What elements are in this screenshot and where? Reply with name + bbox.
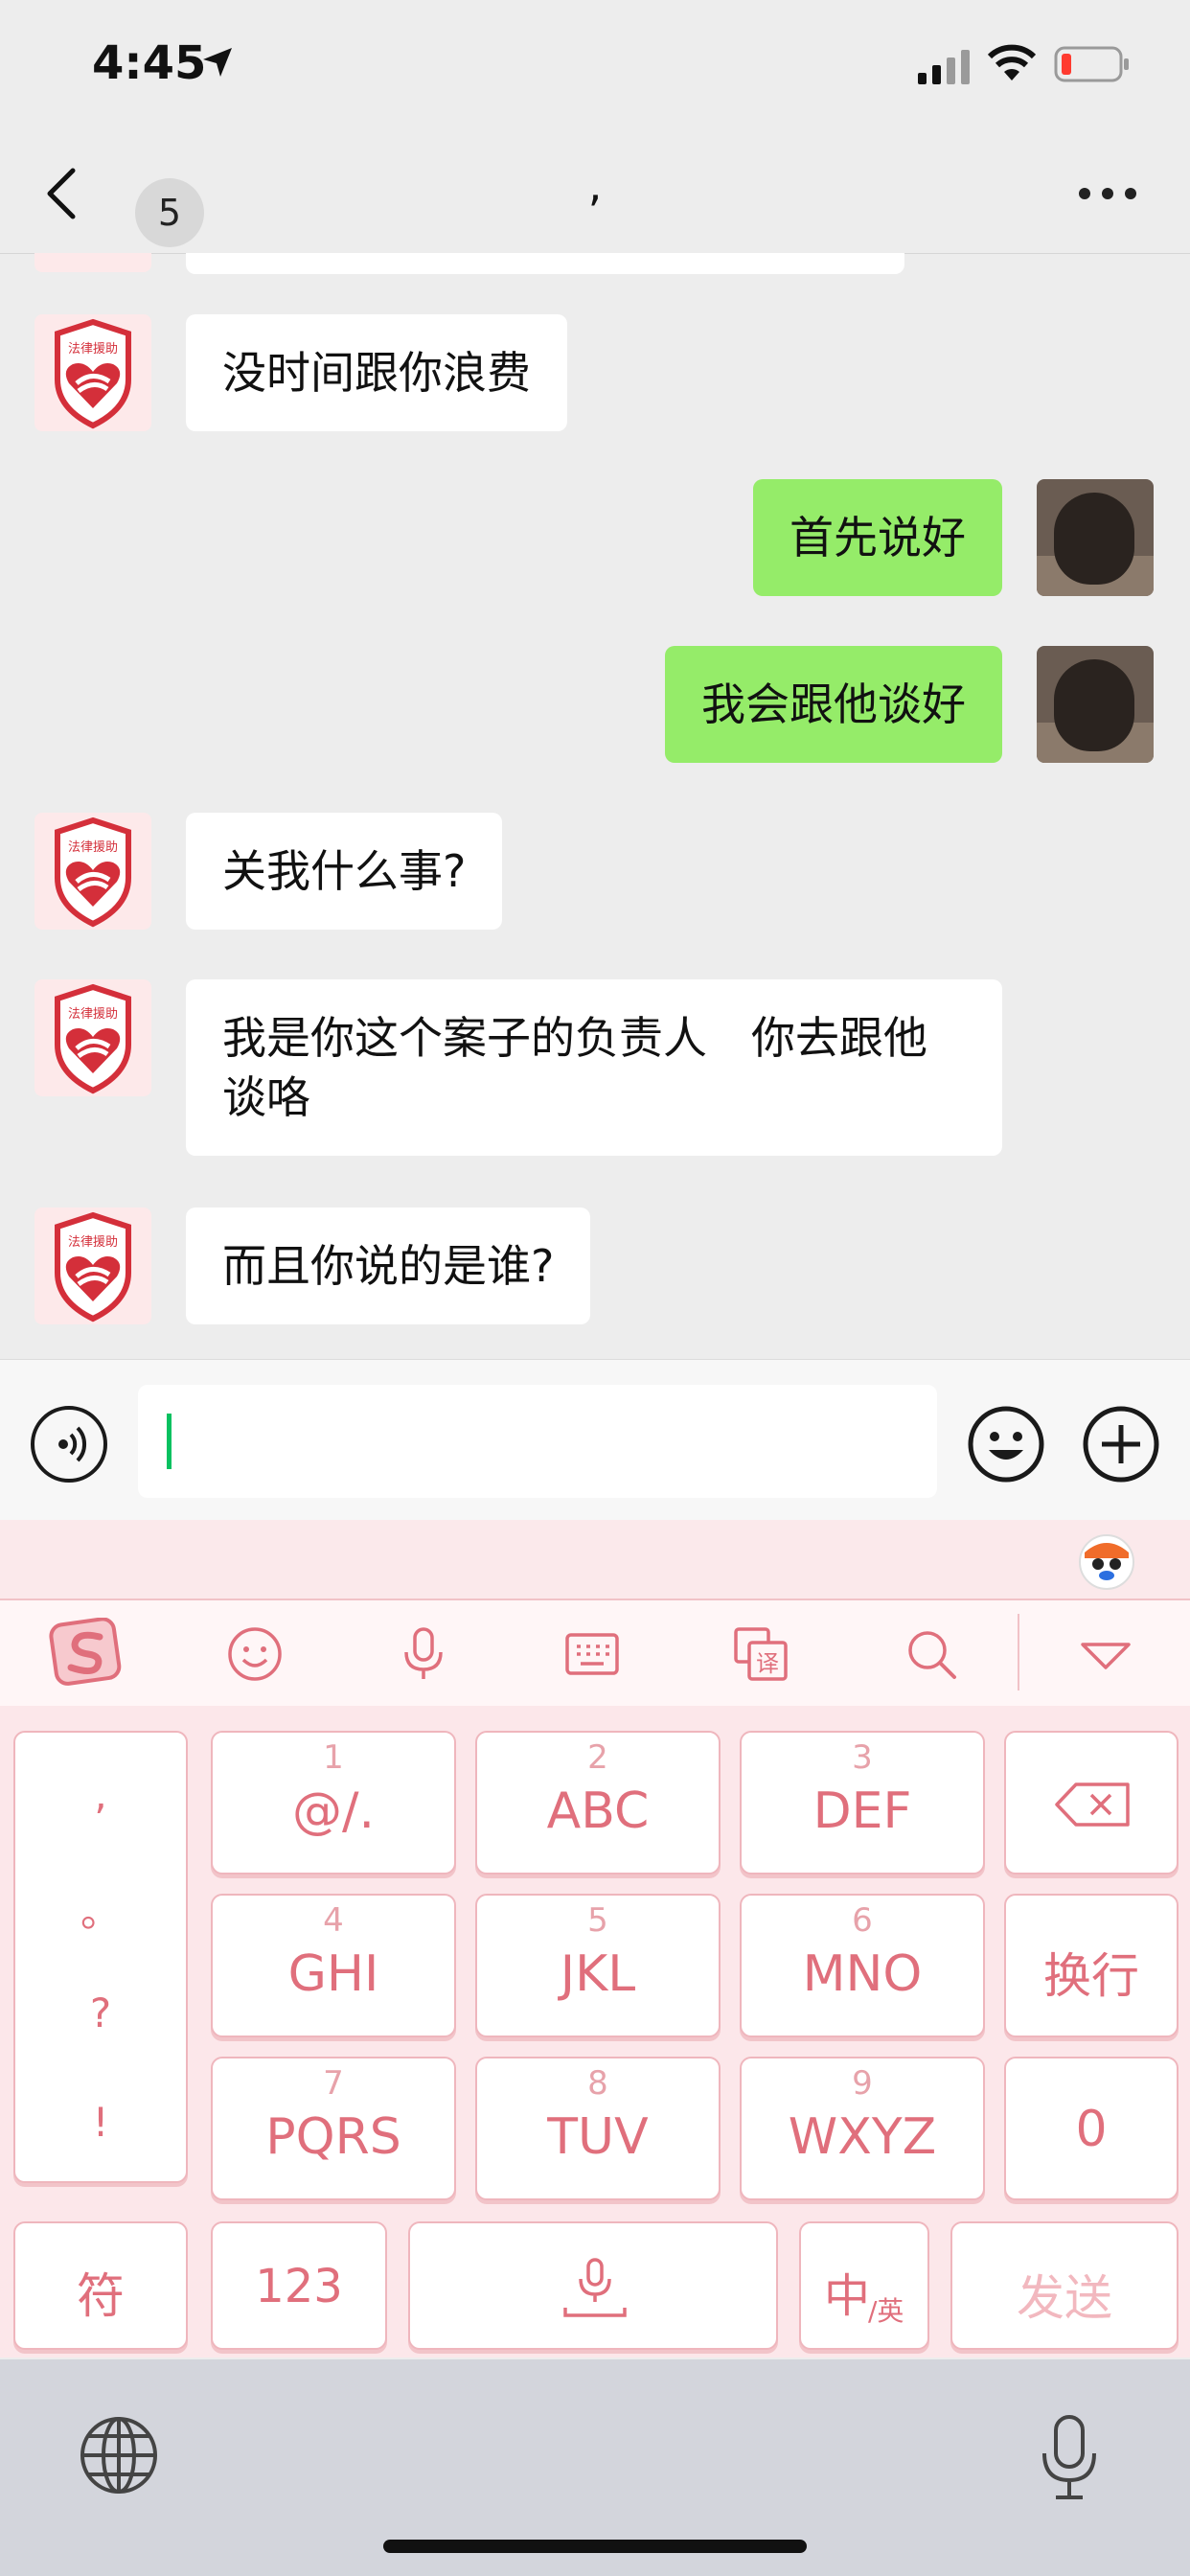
toolbar-divider — [1018, 1614, 1019, 1690]
key-9[interactable]: 9 WXYZ — [740, 2057, 985, 2200]
battery-icon — [1054, 46, 1129, 82]
key-8[interactable]: 8 TUV — [475, 2057, 721, 2200]
message-text-input[interactable] — [138, 1385, 937, 1498]
legal-aid-badge-icon: 法律援助 — [55, 318, 131, 429]
emoji-panel-icon[interactable] — [226, 1625, 284, 1683]
message-input-bar — [0, 1359, 1190, 1521]
key-7[interactable]: 7 PQRS — [211, 2057, 456, 2200]
key-6[interactable]: 6 MNO — [740, 1894, 985, 2037]
hide-keyboard-icon[interactable] — [1077, 1625, 1134, 1683]
send-key[interactable]: 发送 — [950, 2221, 1179, 2350]
emoji-button[interactable] — [966, 1404, 1046, 1484]
text-caret — [167, 1414, 172, 1469]
backspace-key[interactable] — [1004, 1731, 1179, 1874]
search-icon[interactable] — [903, 1625, 960, 1683]
chat-title: , — [587, 159, 603, 211]
badge-text: 法律援助 — [68, 342, 118, 356]
message-bubble[interactable]: 而且你说的是谁? — [186, 1208, 591, 1324]
punct-key[interactable]: 。 — [15, 1880, 186, 1939]
key-1[interactable]: 1 @/. — [211, 1731, 456, 1874]
lang-sub-label: /英 — [868, 2295, 904, 2327]
message-bubble[interactable]: 我会跟他谈好 — [665, 646, 1002, 763]
keyboard-mascot-icon[interactable] — [1075, 1528, 1138, 1591]
lang-main-label: 中 — [824, 2269, 871, 2323]
voice-input-button[interactable] — [31, 1406, 107, 1483]
punctuation-column[interactable]: , 。 ? ! — [13, 1731, 188, 2183]
backspace-icon — [1055, 1782, 1130, 1827]
message-bubble[interactable]: 关我什么事? — [186, 813, 503, 930]
my-avatar[interactable] — [1037, 479, 1154, 596]
badge-text: 法律援助 — [68, 840, 118, 855]
legal-aid-badge-icon: 法律援助 — [55, 983, 131, 1094]
keyboard-banner — [0, 1520, 1190, 1598]
message-bubble[interactable]: 首先说好 — [753, 479, 1002, 596]
sogou-keyboard: , 。 ? ! 1 @/. 2 ABC 3 DEF 4 GHI 5 JKL 6 … — [0, 1706, 1190, 2358]
status-bar: 4:45 — [0, 0, 1190, 134]
svg-text:译: 译 — [756, 1650, 779, 1677]
language-switch-key[interactable]: 中 /英 — [799, 2221, 929, 2350]
globe-icon[interactable] — [79, 2415, 159, 2496]
contact-avatar[interactable]: 法律援助 — [34, 314, 151, 431]
badge-text: 法律援助 — [68, 1007, 118, 1022]
badge-text: 法律援助 — [68, 1235, 118, 1250]
signal-icon — [918, 50, 970, 84]
space-key[interactable] — [408, 2221, 778, 2350]
contact-avatar[interactable] — [34, 253, 151, 272]
message-bubble[interactable]: 没时间跟你浪费 — [186, 314, 567, 431]
voice-typing-icon[interactable] — [395, 1625, 452, 1683]
keyboard-switch-icon[interactable] — [563, 1625, 621, 1683]
location-arrow-icon — [203, 48, 232, 77]
message-list[interactable]: 法律援助 没时间跟你浪费 首先说好 我会跟他谈好 法律援助 关我什么事? 法律援… — [0, 253, 1190, 1359]
key-5[interactable]: 5 JKL — [475, 1894, 721, 2037]
key-0[interactable]: 0 — [1004, 2057, 1179, 2200]
legal-aid-badge-icon: 法律援助 — [55, 1211, 131, 1322]
sogou-logo-icon[interactable] — [48, 1618, 125, 1687]
punct-key[interactable]: , — [15, 1771, 186, 1818]
key-4[interactable]: 4 GHI — [211, 1894, 456, 2037]
key-3[interactable]: 3 DEF — [740, 1731, 985, 1874]
translate-icon[interactable]: 译 — [732, 1625, 790, 1683]
number-mode-key[interactable]: 123 — [211, 2221, 387, 2350]
message-bubble[interactable]: 我是你这个案子的负责人 你去跟他谈咯 — [186, 979, 1002, 1156]
plus-circle-icon — [1083, 1406, 1159, 1483]
home-indicator[interactable] — [383, 2540, 807, 2553]
contact-avatar[interactable]: 法律援助 — [34, 813, 151, 930]
contact-avatar[interactable]: 法律援助 — [34, 979, 151, 1096]
keyboard-toolbar: 译 — [0, 1598, 1190, 1708]
more-functions-button[interactable] — [1081, 1404, 1161, 1484]
punct-key[interactable]: ? — [15, 1990, 186, 2036]
wifi-icon — [987, 44, 1037, 80]
key-2[interactable]: 2 ABC — [475, 1731, 721, 1874]
voice-wave-icon — [58, 1426, 87, 1462]
chat-header: 5 , — [0, 134, 1190, 254]
smiley-icon — [968, 1406, 1044, 1483]
legal-aid-badge-icon: 法律援助 — [55, 816, 131, 928]
my-avatar[interactable] — [1037, 646, 1154, 763]
newline-key[interactable]: 换行 — [1004, 1894, 1179, 2037]
message-bubble-partial — [186, 253, 904, 274]
status-time: 4:45 — [92, 36, 207, 90]
dictation-mic-icon[interactable] — [1039, 2413, 1100, 2501]
space-mic-icon — [563, 2258, 627, 2317]
contact-avatar[interactable]: 法律援助 — [34, 1208, 151, 1324]
system-keyboard-area — [0, 2359, 1190, 2576]
symbol-key[interactable]: 符 — [13, 2221, 188, 2350]
punct-key[interactable]: ! — [15, 2099, 186, 2146]
more-options-button[interactable] — [1079, 188, 1136, 203]
